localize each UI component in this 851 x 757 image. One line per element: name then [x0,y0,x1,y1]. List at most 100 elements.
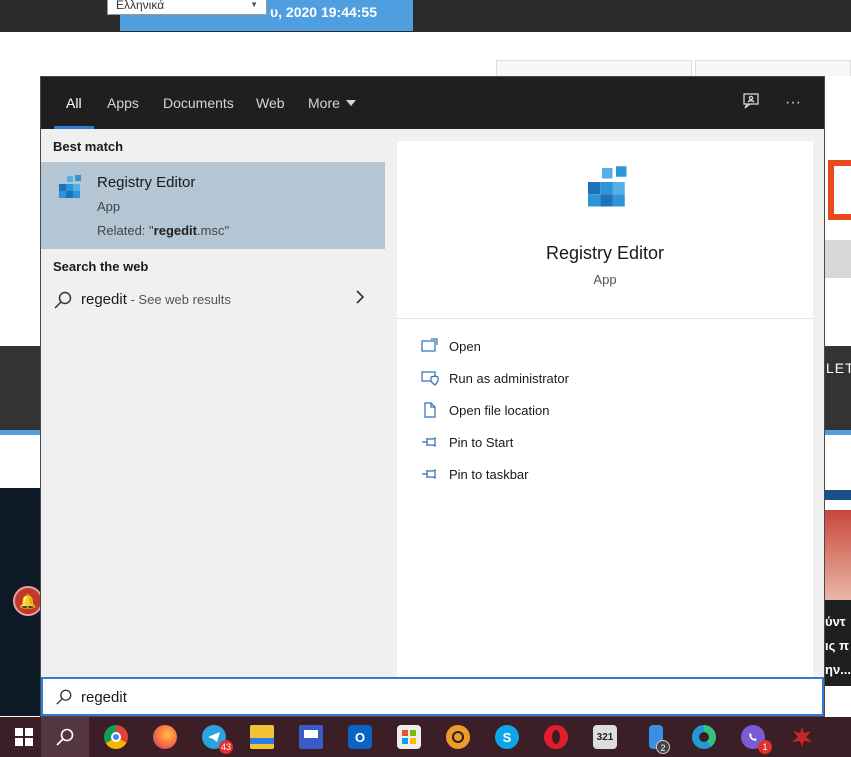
taskbar-game-app[interactable] [778,717,826,757]
chevron-right-icon[interactable] [355,290,365,304]
telegram-icon: 43 [202,725,233,754]
action-pin-to-taskbar-label: Pin to taskbar [449,467,529,482]
divider [397,318,813,319]
folder-icon [250,725,274,749]
taskbar-outlook[interactable]: O [336,717,384,757]
action-open-file-location[interactable]: Open file location [419,397,799,425]
office-logo-icon [828,160,851,220]
action-pin-to-start-label: Pin to Start [449,435,514,450]
bg-strip [825,490,851,500]
preview-title: Registry Editor [545,243,665,263]
outlook-icon: O [348,725,372,749]
search-icon [56,728,74,746]
feedback-icon[interactable] [739,91,763,115]
viber-icon: 1 [741,725,772,754]
store-icon [397,725,421,749]
splat-icon [790,725,814,749]
related-suffix: .msc" [197,223,230,238]
bell-icon[interactable]: 🔔 [13,586,43,616]
more-options-icon[interactable]: ··· [781,91,805,115]
open-icon [421,338,438,352]
taskbar-video-editor[interactable]: 321 [581,717,629,757]
bg-article-text: ύντ ις π ην... [825,600,851,686]
phone-badge: 2 [656,740,670,754]
action-pin-to-taskbar[interactable]: Pin to taskbar [419,461,799,489]
preview-type: App [593,272,617,287]
tab-more-label: More [308,95,340,111]
search-icon [54,291,72,309]
action-open[interactable]: Open [419,333,799,361]
bg-article-line: ις π [825,638,849,653]
action-open-label: Open [449,339,481,354]
skype-icon: S [495,725,519,749]
tab-more[interactable]: More [308,77,356,129]
search-web-heading: Search the web [53,259,149,274]
media-icon [446,725,470,749]
pin-icon [422,437,436,447]
shield-icon [421,371,439,386]
tab-web[interactable]: Web [256,77,285,129]
related-prefix: Related: " [97,223,154,238]
bg-strip [825,240,851,278]
save-icon [299,725,323,749]
bg-article-line: ην... [825,662,851,677]
best-match-heading: Best match [53,139,124,154]
pin-icon [422,469,436,479]
bg-language-select[interactable]: Ελληνικά ▼ [107,0,267,15]
best-match-title: Registry Editor [97,174,196,191]
windows-icon [15,728,33,746]
clapper-icon: 321 [593,725,617,749]
bg-language-label: Ελληνικά [116,0,165,12]
file-location-icon [424,402,436,418]
chevron-down-icon [345,100,356,106]
telegram-badge: 43 [218,740,233,754]
chevron-down-icon: ▼ [250,0,258,9]
opera-icon [544,725,568,749]
tab-documents[interactable]: Documents [163,77,234,129]
search-flyout: All Apps Documents Web More ··· Best mat… [40,76,825,717]
edge-icon [692,725,716,749]
web-result[interactable]: regedit - See web results [41,284,385,316]
taskbar-file-explorer[interactable] [238,717,286,757]
action-open-file-location-label: Open file location [449,403,550,418]
preview-pane: Registry Editor App Open Run as administ… [397,141,813,677]
search-header: All Apps Documents Web More ··· [41,77,824,129]
results-pane: Best match Registry Editor App Related: … [41,129,385,677]
search-button[interactable] [41,717,89,757]
action-run-as-admin-label: Run as administrator [449,371,569,386]
tab-apps[interactable]: Apps [107,77,139,129]
taskbar-media-app[interactable] [434,717,482,757]
bg-article-line: ύντ [825,614,846,629]
action-pin-to-start[interactable]: Pin to Start [419,429,799,457]
taskbar-store[interactable] [385,717,433,757]
best-match-result[interactable]: Registry Editor App Related: "regedit.ms… [41,162,385,249]
taskbar-skype[interactable]: S [483,717,531,757]
related-bold: regedit [153,223,197,238]
registry-editor-icon [588,166,627,207]
best-match-type: App [97,199,121,214]
best-match-related: Related: "regedit.msc" [97,223,229,238]
search-input[interactable] [81,686,781,708]
taskbar-opera[interactable] [532,717,580,757]
web-result-suffix: - See web results [126,292,231,307]
tab-all[interactable]: All [54,77,93,129]
taskbar-telegram[interactable]: 43 [190,717,238,757]
bg-article-image [825,510,851,600]
taskbar-firefox[interactable] [141,717,189,757]
web-result-text: regedit - See web results [81,291,231,308]
taskbar-floppy[interactable] [287,717,335,757]
phone-icon: 2 [649,725,670,754]
search-box[interactable] [41,677,824,716]
taskbar-phone-app[interactable]: 2 [632,717,680,757]
taskbar-viber[interactable]: 1 [729,717,777,757]
firefox-icon [153,725,177,749]
search-icon [56,689,72,705]
bg-band-text: LET [826,360,851,376]
taskbar-chrome[interactable] [92,717,140,757]
taskbar-edge[interactable] [680,717,728,757]
taskbar: 43 O S 321 2 1 [0,717,851,757]
viber-badge: 1 [758,740,772,754]
web-query: regedit [81,291,127,308]
action-run-as-admin[interactable]: Run as administrator [419,365,799,393]
chrome-icon [104,725,128,749]
